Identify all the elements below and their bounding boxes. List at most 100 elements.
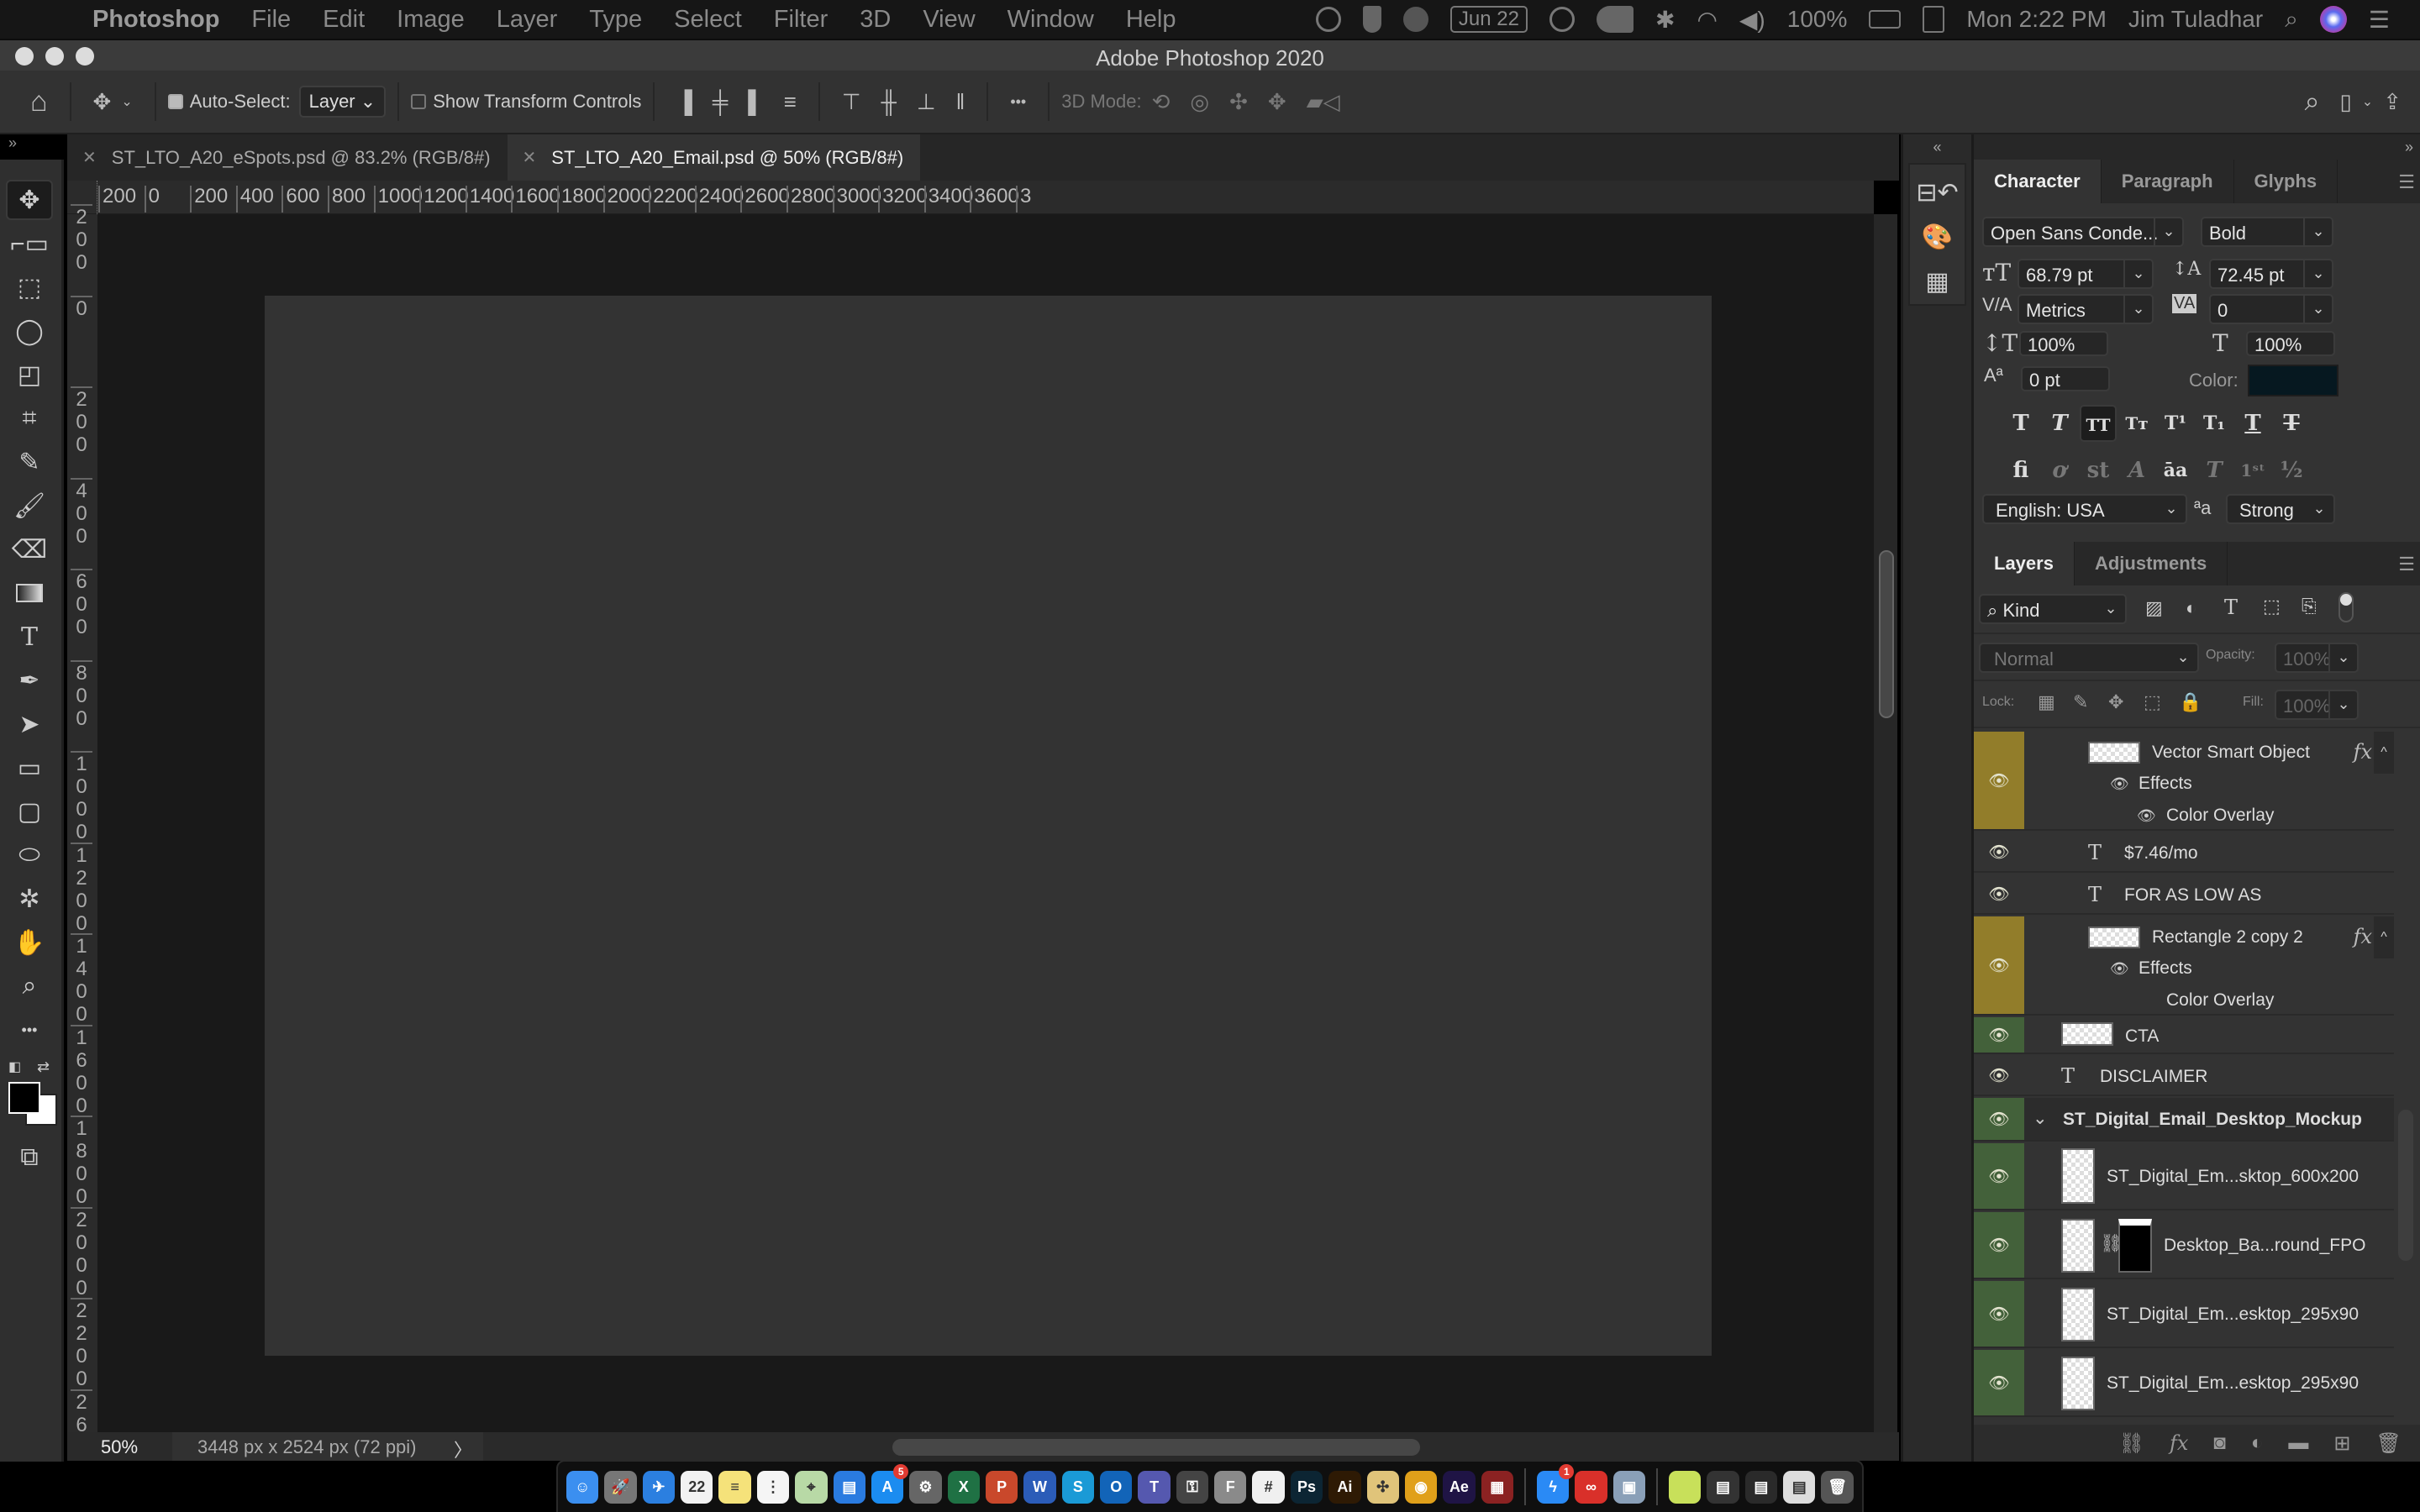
filter-smart-objects-icon[interactable]: ⎘: [2302, 596, 2317, 617]
layer-name[interactable]: Rectangle 2 copy 2: [2152, 927, 2303, 948]
layer-name[interactable]: ST_Digital_Em...esktop_295x90: [2107, 1305, 2359, 1325]
vertical-ruler[interactable]: 200 0 200 400 600 800 1000 1200 1400 1600 1800 2000…: [67, 204, 97, 1459]
effects-label[interactable]: Effects: [2139, 958, 2192, 979]
dock-app-chrome[interactable]: ◉: [1404, 1470, 1438, 1504]
layer-name[interactable]: FOR AS LOW AS: [2124, 885, 2261, 906]
dock-app-app-store[interactable]: A5: [871, 1463, 909, 1504]
menu-edit[interactable]: Edit: [323, 6, 365, 34]
ellipse-tool-icon[interactable]: ⬭: [6, 835, 53, 875]
horizontal-ruler[interactable]: 200 0 200 400 600 800 1000 1200 1400 1600 1800 2000…: [67, 181, 1874, 214]
apple-menu-icon[interactable]: [30, 3, 64, 36]
dock-app-skype[interactable]: S: [1061, 1470, 1095, 1504]
zoom-level[interactable]: 50%: [101, 1436, 138, 1458]
dock-app-finder[interactable]: ☺: [566, 1470, 599, 1504]
effect-name[interactable]: Color Overlay: [2166, 990, 2274, 1011]
dock-app-excel[interactable]: X: [947, 1470, 980, 1504]
share-icon[interactable]: ⇪: [2383, 89, 2402, 115]
clock[interactable]: Mon 2:22 PM: [1966, 6, 2107, 33]
tools-grip[interactable]: [0, 160, 61, 176]
layer-row[interactable]: 👁 ⛓ Desktop_Ba...round_FPO: [1974, 1212, 2394, 1279]
strikethrough-button[interactable]: T: [2273, 405, 2310, 442]
visibility-eye-icon[interactable]: 👁: [1974, 1212, 2024, 1278]
auto-select-checkbox[interactable]: Auto-Select:: [167, 91, 291, 113]
document-canvas[interactable]: [265, 296, 1712, 1356]
add-layer-style-icon[interactable]: fx: [2170, 1431, 2188, 1455]
new-adjustment-layer-icon[interactable]: ◐: [2251, 1431, 2264, 1455]
fill-field[interactable]: 100% ⌄: [2275, 690, 2359, 720]
filter-pixel-layers-icon[interactable]: ▨: [2145, 597, 2163, 619]
menu-view[interactable]: View: [923, 6, 975, 34]
effect-visibility-eye-icon[interactable]: 👁: [2137, 807, 2156, 825]
layer-name[interactable]: ST_Digital_Em...sktop_600x200: [2107, 1167, 2359, 1187]
dock-app-powerpoint[interactable]: P: [985, 1470, 1018, 1504]
layer-row[interactable]: 👁 ST_Digital_Em...esktop_295x90: [1974, 1350, 2394, 1417]
dock-app-launchpad[interactable]: 🚀: [604, 1470, 637, 1504]
checkbox-unchecked-icon[interactable]: [411, 94, 427, 109]
menu-select[interactable]: Select: [674, 6, 742, 34]
underline-button[interactable]: T: [2234, 405, 2271, 442]
filter-shape-layers-icon[interactable]: ⬚: [2263, 596, 2281, 617]
default-colors-icon[interactable]: ◧: [8, 1058, 21, 1075]
brush-tool-icon[interactable]: 🖌: [6, 486, 53, 526]
dock-app-photoshop[interactable]: Ps: [1290, 1470, 1323, 1504]
rounded-rectangle-tool-icon[interactable]: ▢: [6, 791, 53, 832]
layer-group-row[interactable]: 👁 ⌄ ST_Digital_Email_Desktop_Mockup: [1974, 1098, 2394, 1142]
ordinals-button[interactable]: 1ˢᵗ: [2234, 452, 2271, 489]
lock-image-pixels-icon[interactable]: ✎: [2073, 691, 2088, 713]
visibility-eye-icon[interactable]: 👁: [1974, 1281, 2024, 1347]
chevron-down-icon[interactable]: ⌄: [121, 93, 132, 110]
align-top-edges-icon[interactable]: ⊤: [842, 89, 861, 115]
lock-transparent-pixels-icon[interactable]: ▦: [2038, 691, 2055, 713]
3d-camera-icon[interactable]: ▰◁: [1307, 89, 1340, 115]
link-layers-icon[interactable]: ⛓: [2119, 1431, 2144, 1456]
lock-position-icon[interactable]: ✥: [2108, 691, 2123, 713]
dock-app-screenshot-3[interactable]: ▤: [1783, 1470, 1816, 1504]
distribute-horizontal-icon[interactable]: ‖: [956, 89, 965, 115]
layer-row[interactable]: 👁 CTA: [1974, 1017, 2394, 1054]
layer-name[interactable]: ST_Digital_Em...esktop_295x90: [2107, 1373, 2359, 1394]
3d-pan-icon[interactable]: ✣: [1229, 89, 1248, 115]
dock-app-keychain-access[interactable]: ⚿: [1176, 1470, 1209, 1504]
custom-shape-tool-icon[interactable]: ✲: [6, 879, 53, 919]
tracking-field[interactable]: 0 ⌄: [2209, 294, 2333, 324]
object-selection-tool-icon[interactable]: ◰: [6, 354, 53, 395]
lasso-tool-icon[interactable]: ◯: [6, 311, 53, 351]
dock-app-word[interactable]: W: [1023, 1470, 1056, 1504]
document-tab[interactable]: ✕ ST_LTO_A20_eSpots.psd @ 83.2% (RGB/8#): [67, 134, 508, 181]
filter-adjustment-layers-icon[interactable]: ◐: [2186, 597, 2196, 619]
menu-filter[interactable]: Filter: [774, 6, 828, 34]
shield-icon[interactable]: [1362, 6, 1381, 33]
font-family-dropdown[interactable]: Open Sans Conde... ⌄: [1982, 217, 2184, 247]
text-color-swatch[interactable]: [2248, 365, 2338, 396]
battery-icon[interactable]: [1869, 10, 1902, 29]
home-icon[interactable]: ⌂: [30, 86, 48, 118]
dock-app-screenshot-2[interactable]: ▤: [1744, 1470, 1778, 1504]
superscript-button[interactable]: T¹: [2157, 405, 2194, 442]
visibility-eye-icon[interactable]: 👁: [1974, 874, 2024, 913]
delete-layer-trash-icon[interactable]: 🗑: [2376, 1431, 2402, 1456]
siri-icon[interactable]: [2319, 6, 2347, 33]
visibility-eye-icon[interactable]: 👁: [1974, 1098, 2024, 1140]
layer-row[interactable]: 👁 Rectangle 2 copy 2 fx ^ 👁 Effects Colo…: [1974, 916, 2394, 1016]
layer-row[interactable]: 👁 ST_Digital_Em...sktop_600x200: [1974, 1143, 2394, 1210]
subscript-button[interactable]: T₁: [2196, 405, 2233, 442]
layer-name[interactable]: DISCLAIMER: [2100, 1067, 2207, 1087]
wifi-icon[interactable]: ◠: [1697, 6, 1717, 34]
layer-name[interactable]: CTA: [2125, 1026, 2159, 1047]
filter-type-layers-icon[interactable]: T: [2224, 596, 2238, 619]
layer-row[interactable]: 👁 T $7.46/mo: [1974, 832, 2394, 873]
swap-colors-icon[interactable]: ⇄: [37, 1058, 50, 1076]
volume-icon[interactable]: ◀): [1739, 6, 1765, 34]
3d-orbit-icon[interactable]: ⟲: [1152, 89, 1171, 115]
swash-button[interactable]: A: [2118, 452, 2155, 489]
vertical-scale-field[interactable]: 100%: [2019, 331, 2108, 356]
tab-adjustments[interactable]: Adjustments: [2075, 542, 2228, 585]
layer-row[interactable]: 👁 T FOR AS LOW AS: [1974, 874, 2394, 915]
type-tool-icon[interactable]: T: [6, 617, 53, 657]
3d-slide-icon[interactable]: ✥: [1268, 89, 1286, 115]
more-options-icon[interactable]: •••: [1010, 93, 1026, 111]
dock-app-system-preferences[interactable]: ⚙: [909, 1470, 942, 1504]
collapse-effects-caret-icon[interactable]: ^: [2374, 732, 2394, 774]
bluetooth-icon[interactable]: ✱: [1655, 6, 1675, 34]
dock-app-safari[interactable]: ✈: [642, 1470, 676, 1504]
